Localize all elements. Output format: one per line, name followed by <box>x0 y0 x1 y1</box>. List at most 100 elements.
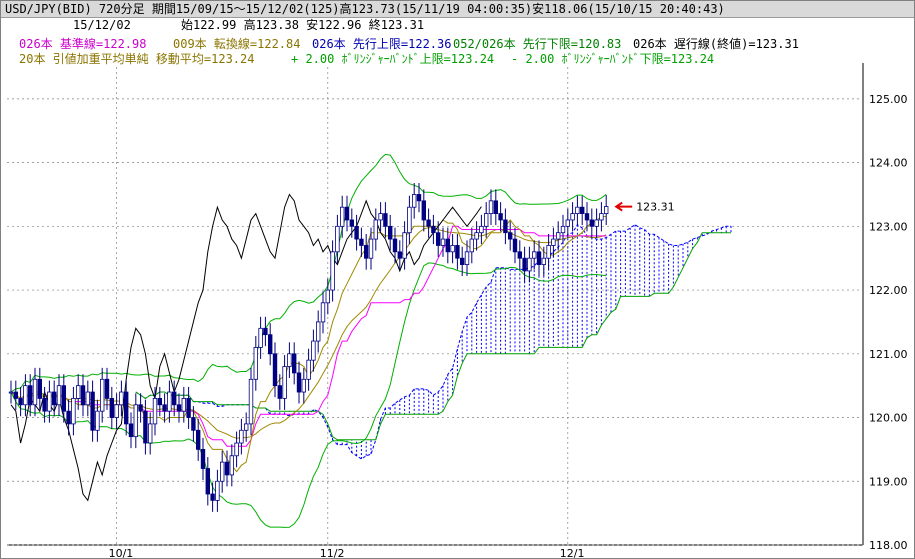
candle-body <box>210 493 215 501</box>
candle-body <box>344 206 350 221</box>
candle-body <box>267 334 273 355</box>
chikou-line <box>10 193 482 502</box>
chart-window: USD/JPY(BID) 720分足 期間15/09/15～15/12/02(1… <box>0 0 915 559</box>
candle-body <box>503 219 508 234</box>
candle-body <box>200 448 206 469</box>
x-tick-label: 11/2 <box>320 547 345 558</box>
candle-body <box>407 206 412 234</box>
y-tick-label: 120.00 <box>869 412 908 425</box>
candle-body <box>133 404 138 438</box>
candle-body <box>479 225 484 234</box>
candle-body <box>431 225 436 234</box>
candle-body <box>301 378 306 393</box>
candle-body <box>291 353 297 374</box>
candle-body <box>383 213 388 227</box>
candle-body <box>532 251 537 259</box>
candle-body <box>66 410 71 425</box>
candle-body <box>219 461 225 482</box>
candle-body <box>512 238 518 253</box>
candle-body <box>157 398 162 406</box>
candle-body <box>335 225 340 253</box>
candle-body <box>195 429 201 450</box>
candle-body <box>282 366 287 399</box>
candle-body <box>27 385 33 406</box>
candle-body <box>315 321 321 342</box>
candle-body <box>152 398 158 425</box>
candle-body <box>277 385 282 399</box>
candle-body <box>339 206 345 227</box>
candle-body <box>522 257 527 272</box>
candle-body <box>143 410 148 444</box>
candle-body <box>363 245 369 259</box>
y-tick-label: 121.00 <box>869 348 908 361</box>
candle-body <box>147 423 153 444</box>
candle-body <box>493 200 498 214</box>
candle-body <box>61 385 66 412</box>
candle-body <box>239 429 244 444</box>
candle-body <box>584 213 590 221</box>
candle-body <box>181 398 186 412</box>
candle-body <box>560 225 566 234</box>
candle-body <box>272 353 278 387</box>
candle-body <box>13 391 18 399</box>
last-price-arrow <box>614 201 633 212</box>
candle-body <box>224 461 230 476</box>
candle-body <box>570 213 575 221</box>
candle-body <box>359 238 364 246</box>
candle-body <box>311 340 316 361</box>
y-tick-label: 124.00 <box>869 157 908 170</box>
candle-body <box>498 213 503 221</box>
candle-body <box>80 385 86 406</box>
candle-body <box>440 238 446 246</box>
y-tick-label: 119.00 <box>869 475 908 488</box>
candle-body <box>320 302 326 323</box>
candle-body <box>124 391 129 425</box>
y-tick-label: 123.00 <box>869 220 908 233</box>
x-tick-label: 12/1 <box>560 547 585 558</box>
candle-body <box>90 391 95 431</box>
candle-body <box>426 219 431 227</box>
candle-body <box>114 404 119 418</box>
candle-body <box>8 391 14 394</box>
candle-body <box>243 423 249 431</box>
candle-body <box>541 257 546 265</box>
candle-body <box>464 251 470 265</box>
candle-body <box>47 391 52 412</box>
candle-body <box>488 200 494 214</box>
y-tick-label: 125.00 <box>869 93 908 106</box>
candle-body <box>71 398 76 425</box>
candle-body <box>368 238 374 259</box>
candle-body <box>459 257 465 265</box>
candle-body <box>330 251 335 291</box>
candle-body <box>23 385 28 406</box>
candle-body <box>507 232 513 240</box>
candle-body <box>205 468 210 495</box>
candle-body <box>306 359 311 380</box>
candle-body <box>565 219 570 227</box>
candle-body <box>229 455 234 476</box>
candle-body <box>556 232 561 240</box>
candle-body <box>100 378 105 412</box>
candle-body <box>258 327 263 348</box>
candle-body <box>263 327 268 336</box>
candle-body <box>450 245 455 253</box>
candle-body <box>517 251 522 259</box>
candle-body <box>387 225 393 240</box>
candle-body <box>42 398 47 412</box>
candle-body <box>253 347 258 380</box>
candle-body <box>580 206 585 214</box>
candle-body <box>109 398 114 418</box>
candle-body <box>95 410 100 431</box>
candle-body <box>354 225 359 240</box>
x-tick-label: 10/1 <box>109 547 134 558</box>
candle-body <box>104 378 110 399</box>
price-chart: 125.00 124.00 123.00 122.00 121.00 120.00 119.… <box>7 63 908 558</box>
candle-body <box>56 385 62 406</box>
candle-body <box>171 391 177 406</box>
candle-body <box>349 219 354 227</box>
candle-body <box>119 391 124 406</box>
candle-body <box>402 232 407 259</box>
candle-body <box>76 385 81 399</box>
candle-body <box>445 238 450 253</box>
candle-body <box>85 391 90 406</box>
